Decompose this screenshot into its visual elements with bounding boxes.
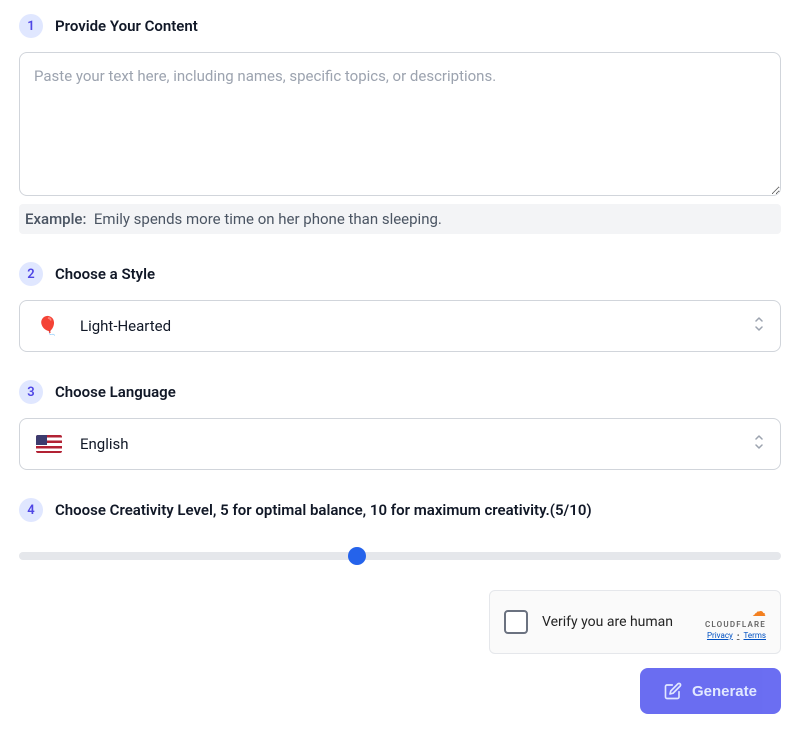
- step-header: 1 Provide Your Content: [19, 14, 781, 38]
- style-selected-label: Light-Hearted: [80, 317, 764, 335]
- step-header: 4 Choose Creativity Level, 5 for optimal…: [19, 498, 781, 522]
- cloudflare-text: CLOUDFLARE: [705, 620, 766, 629]
- generate-button[interactable]: Generate: [640, 668, 781, 714]
- language-selected-label: English: [80, 435, 764, 453]
- example-label: Example:: [25, 210, 86, 228]
- step-creativity: 4 Choose Creativity Level, 5 for optimal…: [19, 498, 781, 560]
- step-number-badge: 1: [19, 14, 43, 38]
- step-style: 2 Choose a Style 🎈 Light-Hearted: [19, 262, 781, 352]
- captcha-text: Verify you are human: [542, 614, 691, 630]
- style-select[interactable]: 🎈 Light-Hearted: [19, 300, 781, 352]
- captcha-brand: ☁ CLOUDFLARE Privacy • Terms: [705, 604, 766, 640]
- example-text-value: Emily spends more time on her phone than…: [94, 210, 442, 228]
- step-title: Provide Your Content: [55, 17, 198, 35]
- step-title: Choose a Style: [55, 265, 155, 283]
- step-title: Choose Creativity Level, 5 for optimal b…: [55, 501, 592, 519]
- privacy-link[interactable]: Privacy: [707, 631, 733, 640]
- flag-us-icon: [36, 435, 62, 453]
- chevron-sort-icon: [752, 434, 766, 454]
- generate-button-label: Generate: [692, 683, 757, 700]
- example-row: Example: Emily spends more time on her p…: [19, 204, 781, 234]
- cloud-icon: ☁: [752, 604, 766, 620]
- step-number-badge: 3: [19, 380, 43, 404]
- slider-thumb[interactable]: [348, 547, 366, 565]
- step-content: 1 Provide Your Content Example: Emily sp…: [19, 14, 781, 234]
- creativity-slider[interactable]: [19, 552, 781, 560]
- terms-link[interactable]: Terms: [744, 631, 766, 640]
- step-title: Choose Language: [55, 383, 176, 401]
- captcha-checkbox[interactable]: [504, 610, 528, 634]
- step-header: 3 Choose Language: [19, 380, 781, 404]
- balloon-icon: 🎈: [36, 316, 60, 337]
- chevron-sort-icon: [752, 316, 766, 336]
- captcha-links: Privacy • Terms: [707, 631, 766, 640]
- edit-icon: [664, 682, 682, 700]
- language-select[interactable]: English: [19, 418, 781, 470]
- step-number-badge: 4: [19, 498, 43, 522]
- step-language: 3 Choose Language English: [19, 380, 781, 470]
- captcha-widget: Verify you are human ☁ CLOUDFLARE Privac…: [489, 590, 781, 654]
- content-textarea[interactable]: [19, 52, 781, 196]
- step-header: 2 Choose a Style: [19, 262, 781, 286]
- cloudflare-logo: ☁: [752, 604, 766, 620]
- step-number-badge: 2: [19, 262, 43, 286]
